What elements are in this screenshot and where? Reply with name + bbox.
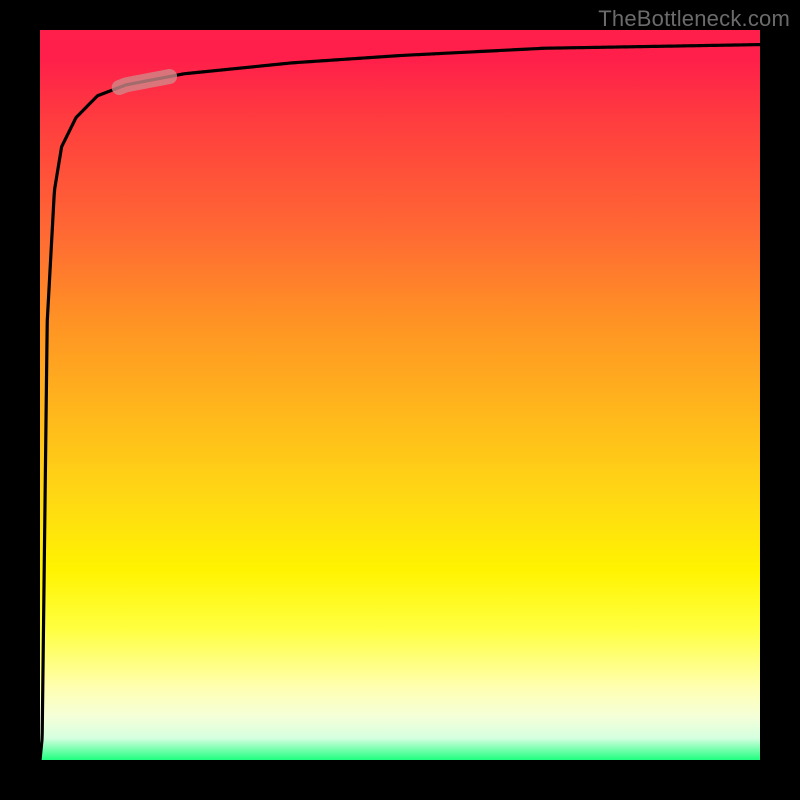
chart-container: TheBottleneck.com [0,0,800,800]
chart-watermark: TheBottleneck.com [598,6,790,32]
chart-plot-area [40,30,760,760]
